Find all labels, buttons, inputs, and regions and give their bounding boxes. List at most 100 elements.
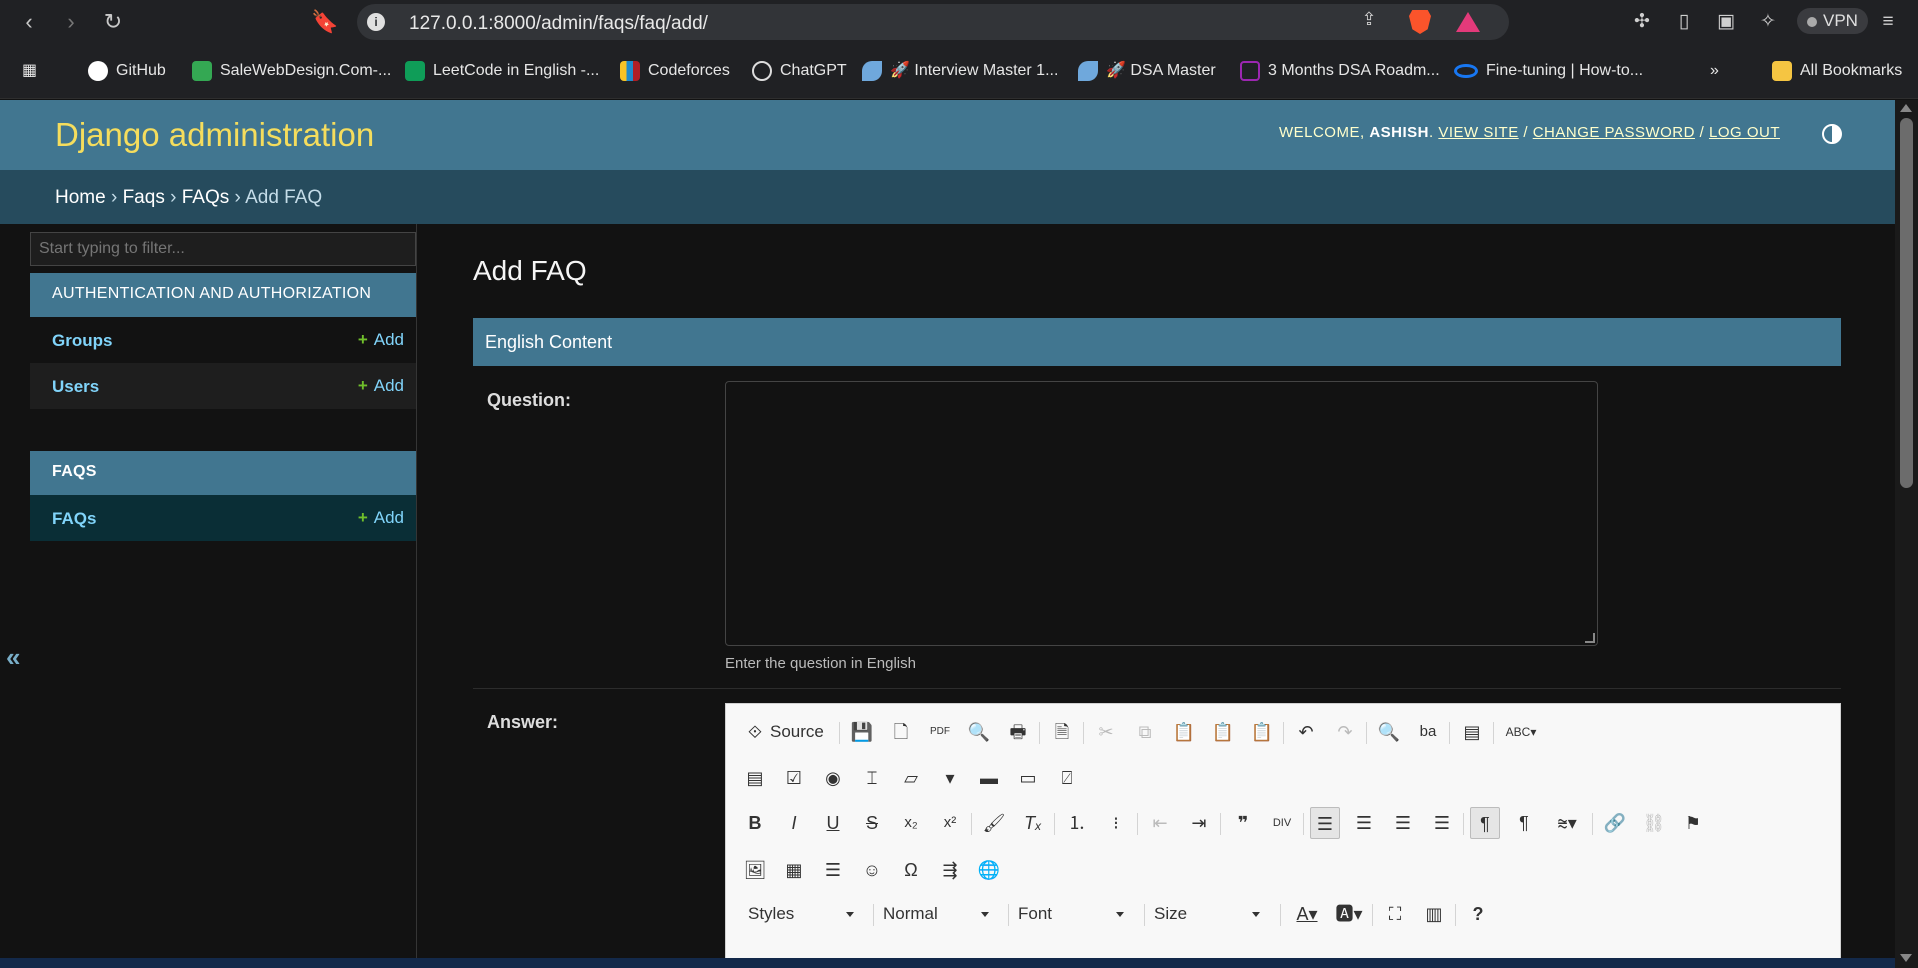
textarea-icon[interactable]: ▱: [896, 762, 926, 794]
outdent-icon[interactable]: ⇤: [1145, 807, 1175, 839]
leo-ai-icon[interactable]: ✧: [1756, 10, 1780, 34]
blockquote-icon[interactable]: ❞: [1228, 807, 1258, 839]
numbered-list-icon[interactable]: ⒈: [1062, 807, 1092, 839]
bookmark-github[interactable]: GitHub: [88, 58, 166, 84]
form-icon[interactable]: ▤: [740, 762, 770, 794]
radio-icon[interactable]: ◉: [818, 762, 848, 794]
bookmark-icon[interactable]: 🔖: [311, 9, 338, 35]
menu-icon[interactable]: ≡: [1876, 10, 1900, 34]
create-div-icon[interactable]: DIV: [1267, 807, 1297, 839]
size-combo[interactable]: Size: [1146, 898, 1266, 930]
bookmark-salewebdesign[interactable]: SaleWebDesign.Com-...: [192, 58, 391, 84]
underline-icon[interactable]: U: [818, 807, 848, 839]
spellcheck-icon[interactable]: ABC▾: [1501, 716, 1541, 748]
bulleted-list-icon[interactable]: ⁝: [1101, 807, 1131, 839]
styles-combo[interactable]: Styles: [740, 898, 860, 930]
special-char-icon[interactable]: Ω: [896, 854, 926, 886]
toggle-nav-sidebar-icon[interactable]: «: [6, 642, 20, 673]
print-icon[interactable]: 🖶: [1003, 716, 1033, 748]
align-center-icon[interactable]: ☰: [1349, 807, 1379, 839]
find-icon[interactable]: 🔍: [1374, 716, 1404, 748]
templates-icon[interactable]: 🗎: [1047, 716, 1077, 748]
bookmark-codeforces[interactable]: Codeforces: [620, 58, 730, 84]
indent-icon[interactable]: ⇥: [1184, 807, 1214, 839]
save-icon[interactable]: 💾: [847, 716, 877, 748]
smiley-icon[interactable]: ☺: [857, 854, 887, 886]
vpn-button[interactable]: VPN: [1797, 8, 1868, 34]
bookmark-interview-master[interactable]: 🚀 Interview Master 1...: [862, 58, 1058, 84]
font-combo[interactable]: Font: [1010, 898, 1130, 930]
redo-icon[interactable]: ↷: [1330, 716, 1360, 748]
copy-icon[interactable]: ⧉: [1130, 716, 1160, 748]
bookmark-leetcode[interactable]: LeetCode in English -...: [405, 58, 599, 84]
brave-rewards-icon[interactable]: [1456, 12, 1480, 32]
select-all-icon[interactable]: ▤: [1457, 716, 1487, 748]
select-field-icon[interactable]: ▾: [935, 762, 965, 794]
bold-icon[interactable]: B: [740, 807, 770, 839]
show-blocks-icon[interactable]: ▥: [1419, 898, 1449, 930]
paste-word-icon[interactable]: 📋: [1247, 716, 1277, 748]
cut-icon[interactable]: ✂: [1091, 716, 1121, 748]
more-bookmarks-icon[interactable]: »: [1710, 58, 1719, 84]
log-out-link[interactable]: LOG OUT: [1709, 124, 1780, 141]
remove-format-icon[interactable]: Tₓ: [1018, 807, 1048, 839]
breadcrumb-model[interactable]: FAQs: [182, 187, 230, 208]
new-page-icon[interactable]: 🗋: [886, 716, 916, 748]
unlink-icon[interactable]: ⛓: [1639, 807, 1669, 839]
paste-text-icon[interactable]: 📋: [1208, 716, 1238, 748]
url-text[interactable]: 127.0.0.1:8000/admin/faqs/faq/add/: [409, 13, 708, 35]
apps-icon[interactable]: ▦: [22, 58, 37, 84]
groups-link[interactable]: Groups: [52, 331, 112, 351]
back-icon[interactable]: ‹: [16, 9, 42, 35]
justify-icon[interactable]: ☰: [1427, 807, 1457, 839]
extensions-icon[interactable]: ✣: [1630, 10, 1654, 34]
scroll-thumb[interactable]: [1900, 118, 1913, 488]
text-color-icon[interactable]: A▾: [1288, 898, 1326, 930]
site-brand[interactable]: Django administration: [55, 116, 374, 154]
scroll-down-icon[interactable]: [1900, 954, 1912, 962]
link-icon[interactable]: 🔗: [1600, 807, 1630, 839]
undo-icon[interactable]: ↶: [1291, 716, 1321, 748]
wallet-icon[interactable]: ▣: [1714, 10, 1738, 34]
subscript-icon[interactable]: x₂: [896, 807, 926, 839]
address-bar[interactable]: i 127.0.0.1:8000/admin/faqs/faq/add/: [357, 4, 1509, 40]
reload-icon[interactable]: ↻: [100, 9, 126, 35]
image-button-icon[interactable]: ▭: [1013, 762, 1043, 794]
anchor-icon[interactable]: ⚑: [1678, 807, 1708, 839]
format-combo[interactable]: Normal: [875, 898, 995, 930]
table-icon[interactable]: ▦: [779, 854, 809, 886]
iframe-icon[interactable]: 🌐: [974, 854, 1004, 886]
nav-filter-input[interactable]: [30, 232, 416, 266]
faqs-link[interactable]: FAQs: [52, 509, 96, 529]
users-link[interactable]: Users: [52, 377, 99, 397]
add-faq-link[interactable]: + Add: [358, 508, 404, 528]
align-right-icon[interactable]: ☰: [1388, 807, 1418, 839]
superscript-icon[interactable]: x²: [935, 807, 965, 839]
change-password-link[interactable]: CHANGE PASSWORD: [1533, 124, 1695, 141]
page-break-icon[interactable]: ⇶: [935, 854, 965, 886]
help-icon[interactable]: ?: [1463, 898, 1493, 930]
text-field-icon[interactable]: ⌶: [857, 762, 887, 794]
bookmark-chatgpt[interactable]: ChatGPT: [752, 58, 847, 84]
theme-toggle-icon[interactable]: [1822, 124, 1842, 144]
breadcrumb-app[interactable]: Faqs: [123, 187, 165, 208]
breadcrumb-home[interactable]: Home: [55, 187, 106, 208]
paste-icon[interactable]: 📋: [1169, 716, 1199, 748]
preview-icon[interactable]: 🔍: [964, 716, 994, 748]
bookmark-dsa-roadmap[interactable]: 3 Months DSA Roadm...: [1240, 58, 1440, 84]
source-icon[interactable]: ⟐: [740, 716, 770, 748]
image-icon[interactable]: 🖼: [740, 854, 770, 886]
replace-icon[interactable]: ba: [1413, 716, 1443, 748]
bg-color-icon[interactable]: 🅰▾: [1330, 898, 1368, 930]
checkbox-icon[interactable]: ☑: [779, 762, 809, 794]
maximize-icon[interactable]: ⛶: [1380, 898, 1410, 930]
ltr-icon[interactable]: ¶: [1470, 807, 1500, 839]
scroll-up-icon[interactable]: [1900, 104, 1912, 112]
italic-icon[interactable]: I: [779, 807, 809, 839]
forward-icon[interactable]: ›: [58, 9, 84, 35]
bookmark-dsa-master[interactable]: 🚀 DSA Master: [1078, 58, 1216, 84]
horizontal-line-icon[interactable]: ☰: [818, 854, 848, 886]
language-icon[interactable]: ⩬▾: [1548, 807, 1586, 839]
hidden-field-icon[interactable]: ⍁: [1052, 762, 1082, 794]
module-faqs-caption[interactable]: FAQS: [30, 451, 416, 495]
